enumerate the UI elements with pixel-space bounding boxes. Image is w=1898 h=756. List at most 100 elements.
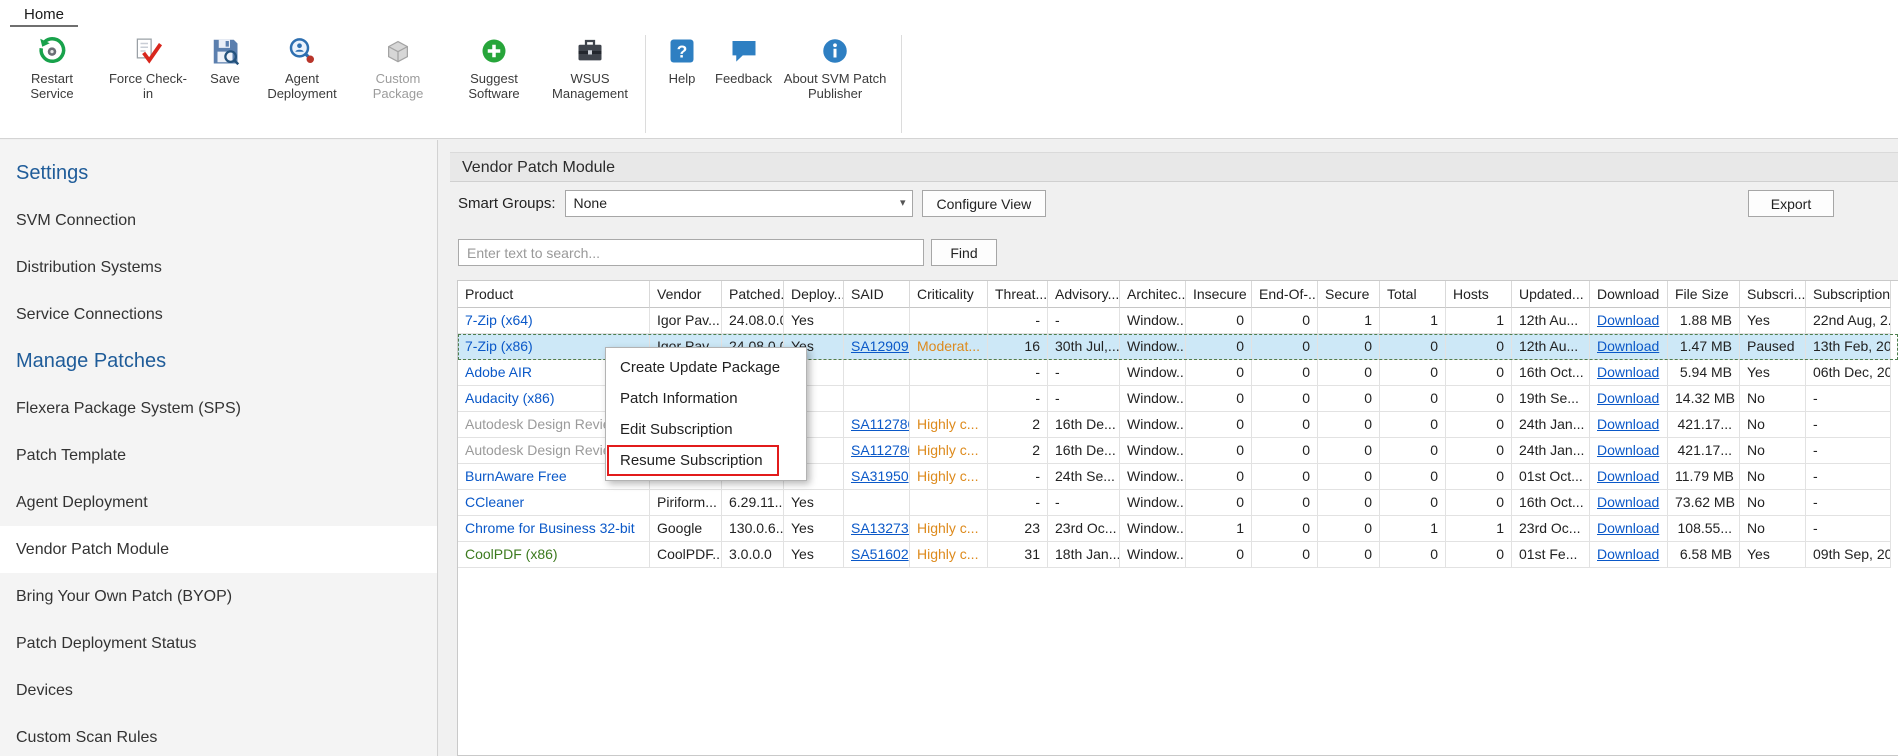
table-row[interactable]: Chrome for Business 32-bitGoogle130.0.6.…: [458, 516, 1898, 542]
sidebar-item-svm-connection[interactable]: SVM Connection: [0, 197, 437, 244]
column-header-total[interactable]: Total: [1380, 281, 1446, 308]
product-link[interactable]: 7-Zip (x64): [465, 312, 533, 328]
said-link[interactable]: SA129090: [851, 338, 910, 354]
cell-updated: 16th Oct...: [1512, 360, 1590, 386]
cell-updated: 12th Au...: [1512, 308, 1590, 334]
context-menu-item-edit-subscription[interactable]: Edit Subscription: [606, 414, 806, 445]
column-header-updated[interactable]: Updated...: [1512, 281, 1590, 308]
column-header-threat[interactable]: Threat...: [988, 281, 1048, 308]
download-link[interactable]: Download: [1597, 364, 1659, 380]
cell-total: 0: [1380, 464, 1446, 490]
column-header-subscription[interactable]: Subscription...: [1806, 281, 1891, 308]
context-menu-item-create-update-package[interactable]: Create Update Package: [606, 352, 806, 383]
help-button[interactable]: ?Help: [653, 31, 711, 86]
table-row[interactable]: CoolPDF (x86)CoolPDF...3.0.0.0YesSA51602…: [458, 542, 1898, 568]
product-link[interactable]: Autodesk Design Revie...: [465, 442, 622, 458]
column-header-insecure[interactable]: Insecure: [1186, 281, 1252, 308]
download-link[interactable]: Download: [1597, 338, 1659, 354]
cell-updated: 01st Fe...: [1512, 542, 1590, 568]
feedback-button[interactable]: Feedback: [711, 31, 776, 86]
sidebar-section-title-settings: Settings: [0, 150, 437, 197]
said-link[interactable]: SA132733: [851, 520, 910, 536]
suggest-software-button[interactable]: Suggest Software: [446, 31, 542, 101]
sidebar-item-distribution-systems[interactable]: Distribution Systems: [0, 244, 437, 291]
download-link[interactable]: Download: [1597, 312, 1659, 328]
product-link[interactable]: Chrome for Business 32-bit: [465, 520, 635, 536]
column-header-vendor[interactable]: Vendor: [650, 281, 722, 308]
find-button[interactable]: Find: [931, 239, 997, 266]
download-link[interactable]: Download: [1597, 520, 1659, 536]
download-link[interactable]: Download: [1597, 442, 1659, 458]
restart-service-button[interactable]: Restart Service: [4, 31, 100, 101]
column-header-criticality[interactable]: Criticality: [910, 281, 988, 308]
about-svm-patch-publisher-button[interactable]: About SVM Patch Publisher: [776, 31, 894, 101]
product-link[interactable]: BurnAware Free: [465, 468, 567, 484]
smart-groups-dropdown[interactable]: None ▾: [565, 190, 913, 217]
column-header-subscri[interactable]: Subscri...: [1740, 281, 1806, 308]
sidebar-item-patch-deployment-status[interactable]: Patch Deployment Status: [0, 620, 437, 667]
said-link[interactable]: SA112780: [851, 442, 910, 458]
sidebar-item-agent-deployment[interactable]: Agent Deployment: [0, 479, 437, 526]
context-menu: Create Update PackagePatch InformationEd…: [605, 347, 807, 481]
sidebar-item-bring-your-own-patch-byop[interactable]: Bring Your Own Patch (BYOP): [0, 573, 437, 620]
product-link[interactable]: Autodesk Design Revie...: [465, 416, 622, 432]
column-header-secure[interactable]: Secure: [1318, 281, 1380, 308]
wsus-management-button[interactable]: WSUS Management: [542, 31, 638, 101]
force-check-in-button[interactable]: Force Check-in: [100, 31, 196, 101]
table-row[interactable]: 7-Zip (x64)Igor Pav...24.08.0.0Yes--Wind…: [458, 308, 1898, 334]
cell-hosts: 0: [1446, 360, 1512, 386]
cell-said: SA31950: [844, 464, 910, 490]
column-header-product[interactable]: Product: [458, 281, 650, 308]
column-header-advisory[interactable]: Advisory...: [1048, 281, 1120, 308]
page-title: Vendor Patch Module: [450, 152, 1898, 182]
said-link[interactable]: SA51602: [851, 546, 909, 562]
table-row[interactable]: CCleanerPiriform...6.29.11...Yes--Window…: [458, 490, 1898, 516]
smart-groups-label: Smart Groups:: [458, 195, 556, 212]
product-link[interactable]: CCleaner: [465, 494, 524, 510]
configure-view-button[interactable]: Configure View: [922, 190, 1047, 217]
column-header-hosts[interactable]: Hosts: [1446, 281, 1512, 308]
feedback-icon: [729, 36, 759, 66]
download-link[interactable]: Download: [1597, 546, 1659, 562]
cell-vendor: CoolPDF...: [650, 542, 722, 568]
cell-threat: -: [988, 464, 1048, 490]
cell-updated: 12th Au...: [1512, 334, 1590, 360]
context-menu-item-resume-subscription[interactable]: Resume Subscription: [606, 445, 806, 476]
save-button[interactable]: Save: [196, 31, 254, 86]
cell-deploy: Yes: [784, 308, 844, 334]
column-header-said[interactable]: SAID: [844, 281, 910, 308]
ribbon-buttons: Restart ServiceForce Check-inSaveAgent D…: [0, 27, 1898, 137]
agent-deployment-button[interactable]: Agent Deployment: [254, 31, 350, 101]
sidebar-item-flexera-package-system-sps[interactable]: Flexera Package System (SPS): [0, 385, 437, 432]
column-header-download[interactable]: Download: [1590, 281, 1668, 308]
sidebar-item-custom-scan-rules[interactable]: Custom Scan Rules: [0, 714, 437, 756]
cell-architec: Window...: [1120, 308, 1186, 334]
column-header-deploy[interactable]: Deploy...: [784, 281, 844, 308]
said-link[interactable]: SA31950: [851, 468, 909, 484]
export-button[interactable]: Export: [1748, 190, 1834, 217]
cell-end-of: 0: [1252, 464, 1318, 490]
sidebar-item-service-connections[interactable]: Service Connections: [0, 291, 437, 338]
sidebar-item-vendor-patch-module[interactable]: Vendor Patch Module: [0, 526, 437, 573]
column-header-end-of[interactable]: End-Of-...: [1252, 281, 1318, 308]
download-link[interactable]: Download: [1597, 468, 1659, 484]
column-header-file-size[interactable]: File Size: [1668, 281, 1740, 308]
cell-download: Download: [1590, 464, 1668, 490]
said-link[interactable]: SA112780: [851, 416, 910, 432]
download-link[interactable]: Download: [1597, 494, 1659, 510]
cell-subscription: -: [1806, 516, 1891, 542]
column-header-patched[interactable]: Patched...: [722, 281, 784, 308]
sidebar-item-devices[interactable]: Devices: [0, 667, 437, 714]
search-input[interactable]: [458, 239, 924, 266]
cell-criticality: [910, 386, 988, 412]
product-link[interactable]: CoolPDF (x86): [465, 546, 558, 562]
product-link[interactable]: Audacity (x86): [465, 390, 554, 406]
download-link[interactable]: Download: [1597, 416, 1659, 432]
product-link[interactable]: Adobe AIR: [465, 364, 532, 380]
sidebar-item-patch-template[interactable]: Patch Template: [0, 432, 437, 479]
download-link[interactable]: Download: [1597, 390, 1659, 406]
tab-home[interactable]: Home: [10, 3, 78, 27]
context-menu-item-patch-information[interactable]: Patch Information: [606, 383, 806, 414]
product-link[interactable]: 7-Zip (x86): [465, 338, 533, 354]
column-header-architec[interactable]: Architec...: [1120, 281, 1186, 308]
